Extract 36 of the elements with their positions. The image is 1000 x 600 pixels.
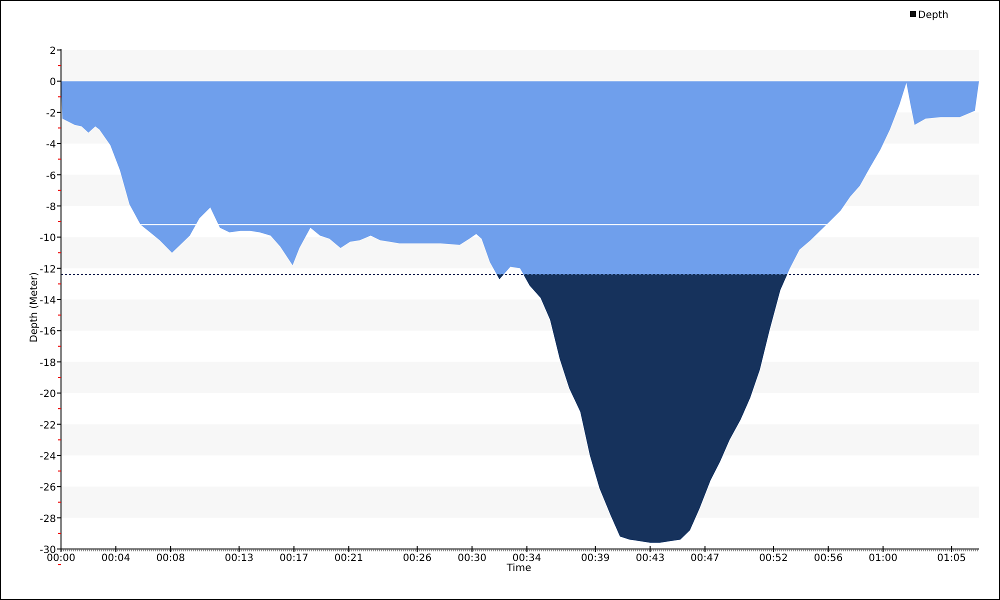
x-tick-label: 00:17 (280, 553, 308, 564)
x-tick-label: 00:52 (759, 553, 788, 564)
x-tick-label: 00:47 (690, 553, 720, 564)
x-tick-label: 00:43 (636, 553, 665, 564)
x-tick-label: 00:26 (402, 553, 432, 564)
y-tick-label: -4 (46, 140, 56, 151)
y-tick-label: -18 (40, 358, 56, 369)
x-tick-label: 00:04 (101, 553, 130, 564)
y-tick-label: 2 (50, 46, 56, 57)
x-tick-label: 00:08 (156, 553, 186, 564)
y-tick-label: 0 (50, 77, 56, 88)
x-tick-label: 00:39 (580, 553, 610, 564)
y-tick-label: -16 (40, 326, 56, 338)
x-tick-label: 00:21 (334, 553, 364, 564)
y-tick-label: -10 (40, 233, 56, 244)
x-tick-label: 00:56 (814, 553, 843, 564)
legend-swatch (910, 11, 916, 17)
y-tick-label: -12 (40, 264, 56, 276)
x-tick-label: 00:13 (224, 553, 254, 564)
y-tick-label: -14 (40, 296, 56, 306)
y-tick-label: -24 (40, 451, 56, 462)
x-tick-label: 00:30 (458, 553, 486, 564)
y-tick-label: -28 (40, 514, 56, 525)
y-tick-label: -20 (40, 389, 56, 400)
x-tick-label: 01:05 (937, 553, 966, 564)
legend-label: Depth (918, 10, 948, 21)
y-tick-label: -26 (40, 482, 56, 494)
y-tick-label: -22 (40, 420, 56, 432)
x-axis-title: Time (506, 563, 532, 574)
y-tick-label: -8 (46, 202, 56, 213)
y-axis-title: Depth (Meter) (29, 272, 40, 342)
y-tick-label: -2 (46, 108, 56, 120)
x-tick-label: 00:34 (512, 553, 542, 564)
x-tick-label: 01:00 (868, 553, 898, 564)
y-tick-label: -6 (46, 170, 56, 182)
x-tick-label: 00:00 (46, 553, 76, 564)
